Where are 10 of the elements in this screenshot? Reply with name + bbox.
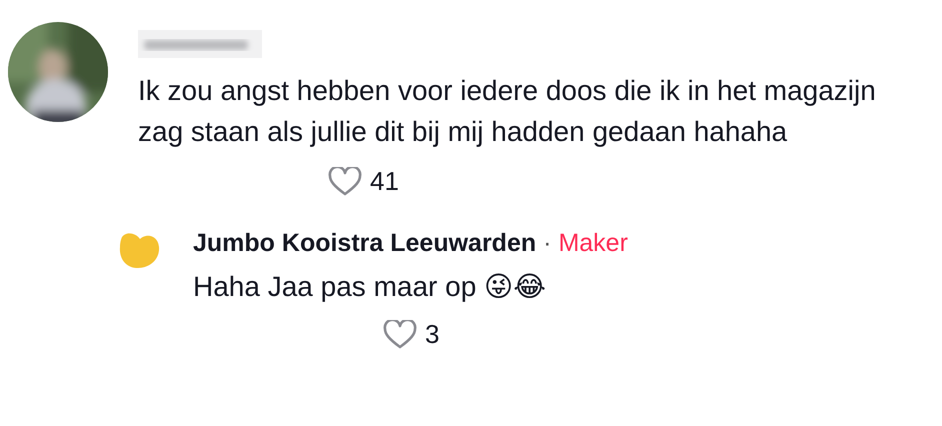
like-count: 3	[425, 319, 440, 350]
like-count: 41	[370, 166, 399, 197]
heart-icon[interactable]	[328, 166, 362, 196]
logo-icon	[118, 231, 160, 269]
creator-label: Maker	[558, 228, 628, 259]
reply-text: Haha Jaa pas maar op 😜😂	[193, 270, 547, 304]
separator-dot: ·	[543, 228, 552, 259]
comment-text: Ik zou angst hebben voor iedere doos die ik in het magazijn zag staan als jullie dit bij mij hadden gedaan hahaha	[138, 74, 877, 149]
author-name[interactable]: Jumbo Kooistra Leeuwarden	[193, 227, 536, 259]
heart-icon[interactable]	[383, 320, 417, 350]
